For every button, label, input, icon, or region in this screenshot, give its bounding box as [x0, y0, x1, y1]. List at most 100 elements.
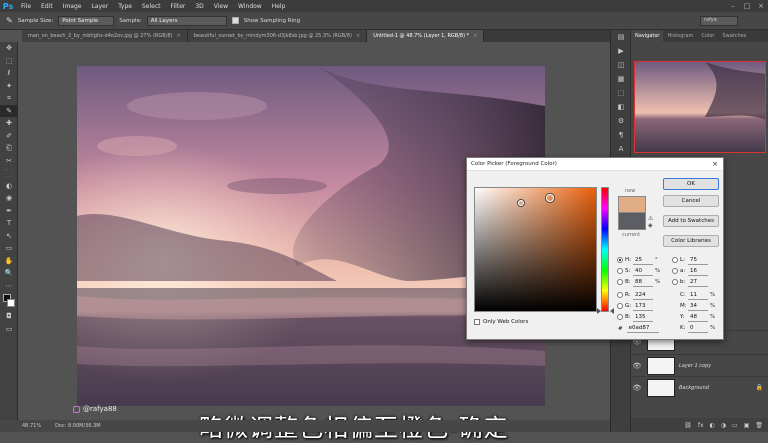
type-tool-icon[interactable]: T: [0, 217, 18, 230]
history-icon[interactable]: ▤: [611, 30, 631, 44]
add-to-swatches-button[interactable]: Add to Swatches: [663, 215, 719, 227]
menu-item-3d[interactable]: 3D: [190, 3, 208, 10]
menu-item-help[interactable]: Help: [267, 3, 291, 10]
eraser-tool-icon[interactable]: ⬛: [0, 167, 18, 180]
close-icon[interactable]: ×: [712, 160, 718, 168]
menu-item-type[interactable]: Type: [113, 3, 137, 10]
tab-navigator[interactable]: Navigator: [631, 30, 664, 42]
layer-row[interactable]: 👁 Background 🔒: [631, 376, 768, 398]
doc-tab-beach[interactable]: man_on_beach_2_by_mbtighs-d4o2ov.jpg @ 2…: [22, 30, 188, 42]
cyan-input[interactable]: 11: [688, 291, 708, 300]
actions-play-icon[interactable]: ▶: [611, 44, 631, 58]
red-input[interactable]: 224: [633, 291, 653, 300]
menu-item-view[interactable]: View: [209, 3, 233, 10]
tab-swatches[interactable]: Swatches: [718, 30, 750, 42]
link-layers-icon[interactable]: ⛓: [684, 422, 692, 429]
cancel-button[interactable]: Cancel: [663, 195, 719, 207]
tab-histogram[interactable]: Histogram: [663, 30, 697, 42]
current-color-swatch[interactable]: [618, 213, 646, 230]
sample-select[interactable]: All Layers: [146, 15, 227, 26]
green-radio[interactable]: [617, 303, 623, 309]
doc-tab-sunset[interactable]: beautiful_sunset_by_mindym306-d3jk8sb.jp…: [187, 30, 368, 42]
layer-style-icon[interactable]: fx: [698, 422, 704, 429]
new-layer-icon[interactable]: ▣: [744, 422, 750, 429]
eyedropper-icon[interactable]: ✎: [6, 16, 13, 25]
styles-icon[interactable]: ◧: [611, 100, 631, 114]
menu-item-filter[interactable]: Filter: [166, 3, 191, 10]
lab-b-input[interactable]: 27: [688, 278, 708, 287]
saturation-input[interactable]: 40: [633, 267, 653, 276]
delete-layer-icon[interactable]: 🗑: [755, 422, 763, 429]
character-icon[interactable]: A: [611, 142, 631, 156]
visibility-eye-icon[interactable]: 👁: [631, 384, 643, 392]
adjustments-icon[interactable]: ⬚: [611, 86, 631, 100]
brightness-radio[interactable]: [617, 279, 623, 285]
gamut-warning-icon[interactable]: ⚠ ◈: [648, 215, 653, 229]
green-input[interactable]: 173: [633, 302, 653, 311]
menu-item-select[interactable]: Select: [137, 3, 166, 10]
layer-mask-icon[interactable]: ◐: [710, 422, 715, 429]
search-input[interactable]: rafya: [700, 15, 738, 26]
close-tab-icon[interactable]: ×: [356, 33, 360, 39]
menu-item-layer[interactable]: Layer: [86, 3, 113, 10]
zoom-tool-icon[interactable]: 🔍: [0, 267, 18, 280]
color-field[interactable]: [474, 187, 597, 312]
magenta-input[interactable]: 34: [688, 302, 708, 311]
hue-slider-right-arrow-icon[interactable]: [610, 308, 614, 314]
lab-l-radio[interactable]: [672, 257, 678, 263]
menu-item-image[interactable]: Image: [58, 3, 87, 10]
color-swatches[interactable]: [0, 292, 18, 310]
background-color-swatch[interactable]: [7, 299, 15, 307]
red-radio[interactable]: [617, 292, 623, 298]
saturation-radio[interactable]: [617, 268, 623, 274]
layer-row[interactable]: 👁 Layer 1 copy: [631, 354, 768, 376]
history-brush-tool-icon[interactable]: ✂: [0, 155, 18, 168]
sample-size-select[interactable]: Point Sample: [58, 15, 115, 26]
hue-slider[interactable]: [601, 187, 609, 312]
new-group-icon[interactable]: ▭: [732, 422, 738, 429]
blue-radio[interactable]: [617, 314, 623, 320]
marquee-tool-icon[interactable]: ⬚: [0, 55, 18, 68]
lab-a-input[interactable]: 16: [688, 267, 708, 276]
yellow-input[interactable]: 48: [688, 313, 708, 322]
lasso-tool-icon[interactable]: ℓ: [0, 67, 18, 80]
pen-tool-icon[interactable]: ✒: [0, 205, 18, 218]
healing-tool-icon[interactable]: ✚: [0, 117, 18, 130]
hand-tool-icon[interactable]: ✋: [0, 255, 18, 268]
zoom-level[interactable]: 48.71%: [22, 423, 41, 429]
hue-input[interactable]: 25: [633, 256, 653, 265]
hue-radio[interactable]: [617, 257, 623, 263]
more-tools-icon[interactable]: ⋯: [0, 280, 18, 293]
swatches-icon[interactable]: ▦: [611, 72, 631, 86]
color-libraries-button[interactable]: Color Libraries: [663, 235, 719, 247]
brush-tool-icon[interactable]: ✐: [0, 130, 18, 143]
black-input[interactable]: 0: [688, 324, 708, 333]
lab-b-radio[interactable]: [672, 279, 678, 285]
ok-button[interactable]: OK: [663, 178, 719, 190]
tab-color[interactable]: Color: [697, 30, 718, 42]
lab-l-input[interactable]: 75: [688, 256, 708, 265]
properties-icon[interactable]: ◫: [611, 58, 631, 72]
color-sample-ring[interactable]: [518, 200, 524, 206]
doc-tab-untitled[interactable]: Untitled-1 @ 48.7% (Layer 1, RGB/8) * ×: [367, 30, 485, 42]
maximize-button[interactable]: □: [740, 2, 754, 10]
move-tool-icon[interactable]: ✥: [0, 42, 18, 55]
menu-item-file[interactable]: File: [16, 3, 36, 10]
screen-mode-icon[interactable]: ▭: [0, 323, 18, 336]
minimize-button[interactable]: –: [726, 2, 740, 10]
menu-item-window[interactable]: Window: [233, 3, 267, 10]
close-tab-icon[interactable]: ×: [177, 33, 181, 39]
quick-select-tool-icon[interactable]: ✦: [0, 80, 18, 93]
adjustment-layer-icon[interactable]: ◑: [721, 422, 726, 429]
stamp-tool-icon[interactable]: ⎗: [0, 142, 18, 155]
dodge-tool-icon[interactable]: ◉: [0, 192, 18, 205]
close-window-button[interactable]: ×: [754, 2, 768, 10]
blue-input[interactable]: 135: [633, 313, 653, 322]
menu-item-edit[interactable]: Edit: [36, 3, 58, 10]
lab-a-radio[interactable]: [672, 268, 678, 274]
path-select-tool-icon[interactable]: ↖: [0, 230, 18, 243]
color-picker-ring[interactable]: [546, 194, 554, 202]
gradient-tool-icon[interactable]: ◐: [0, 180, 18, 193]
eyedropper-tool-icon[interactable]: ✎: [0, 104, 18, 117]
tool-presets-icon[interactable]: ⚙: [611, 114, 631, 128]
